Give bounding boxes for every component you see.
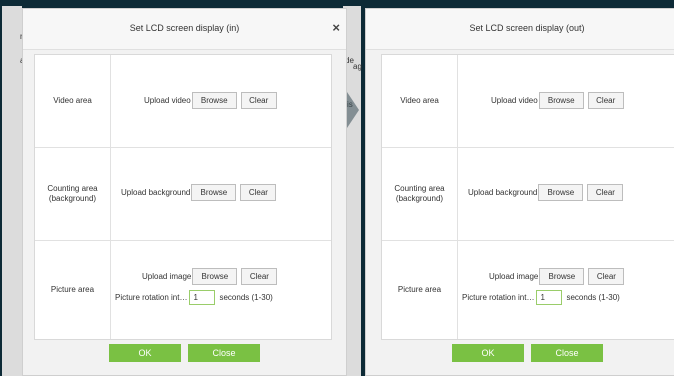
dialog-title-bar: Set LCD screen display (out) [366,9,674,50]
settings-panel: Video area Upload video Browse Clear Cou… [381,54,674,340]
browse-video-button[interactable]: Browse [191,92,237,109]
upload-background-line: Upload background Browse Clear [121,184,277,201]
rotation-interval-label: Picture rotation int… [115,293,188,302]
background-text-fragment: ag [353,62,362,71]
picture-area-row: Picture area Upload image Browse Clear P… [382,240,674,339]
dialog-lcd-display-out: Set LCD screen display (out) Video area … [365,8,674,376]
counting-area-label-line1: Counting area [394,183,445,193]
counting-area-label-line2: (background) [48,193,97,203]
video-area-label: Video area [35,55,111,147]
counting-area-label-line1: Counting area [47,183,98,193]
browse-video-button[interactable]: Browse [538,92,584,109]
counting-area-label-line2: (background) [395,193,444,203]
clear-image-button[interactable]: Clear [588,268,625,285]
close-button[interactable]: Close [531,344,603,362]
video-area-row: Video area Upload video Browse Clear [382,55,674,148]
counting-area-label: Counting area (background) [35,147,111,240]
video-area-label: Video area [382,55,458,147]
browse-image-button[interactable]: Browse [192,268,238,285]
upload-video-label: Upload video [491,96,538,105]
browse-background-button[interactable]: Browse [191,184,237,201]
settings-panel: Video area Upload video Browse Clear Cou… [34,54,332,340]
upload-background-line: Upload background Browse Clear [468,184,624,201]
close-icon[interactable]: × [332,20,340,35]
picture-area-label: Picture area [35,240,111,339]
upload-video-line: Upload video Browse Clear [491,92,624,109]
picture-area-label: Picture area [382,240,458,339]
clear-background-button[interactable]: Clear [240,184,277,201]
ok-button[interactable]: OK [109,344,181,362]
dialog-title-bar: Set LCD screen display (in) × [23,9,346,50]
upload-background-label: Upload background [468,188,538,197]
rotation-interval-unit: seconds (1-30) [219,293,273,302]
upload-image-line: Upload image Browse Clear [489,268,625,285]
rotation-interval-input[interactable]: 1 [536,290,563,305]
upload-image-label: Upload image [142,272,192,281]
picture-area-row: Picture area Upload image Browse Clear P… [35,240,331,339]
rotation-interval-line: Picture rotation int… 1 seconds (1-30) [462,290,620,305]
upload-image-line: Upload image Browse Clear [142,268,278,285]
counting-area-row: Counting area (background) Upload backgr… [35,147,331,241]
clear-background-button[interactable]: Clear [587,184,624,201]
upload-image-label: Upload image [489,272,539,281]
clear-image-button[interactable]: Clear [241,268,278,285]
rotation-interval-input[interactable]: 1 [189,290,216,305]
ok-button[interactable]: OK [452,344,524,362]
dialog-lcd-display-in: Set LCD screen display (in) × Video area… [22,8,347,376]
counting-area-label: Counting area (background) [382,147,458,240]
video-area-row: Video area Upload video Browse Clear [35,55,331,148]
rotation-interval-label: Picture rotation int… [462,293,535,302]
upload-background-label: Upload background [121,188,191,197]
close-button[interactable]: Close [188,344,260,362]
upload-video-line: Upload video Browse Clear [144,92,277,109]
browse-background-button[interactable]: Browse [538,184,584,201]
rotation-interval-unit: seconds (1-30) [566,293,620,302]
background-app-left: nt ag [2,6,29,376]
browse-image-button[interactable]: Browse [539,268,585,285]
upload-video-label: Upload video [144,96,191,105]
dialog-title: Set LCD screen display (in) [129,23,240,33]
clear-video-button[interactable]: Clear [587,92,624,109]
dialog-title: Set LCD screen display (out) [469,23,585,33]
clear-video-button[interactable]: Clear [240,92,277,109]
rotation-interval-line: Picture rotation int… 1 seconds (1-30) [115,290,273,305]
counting-area-row: Counting area (background) Upload backgr… [382,147,674,241]
